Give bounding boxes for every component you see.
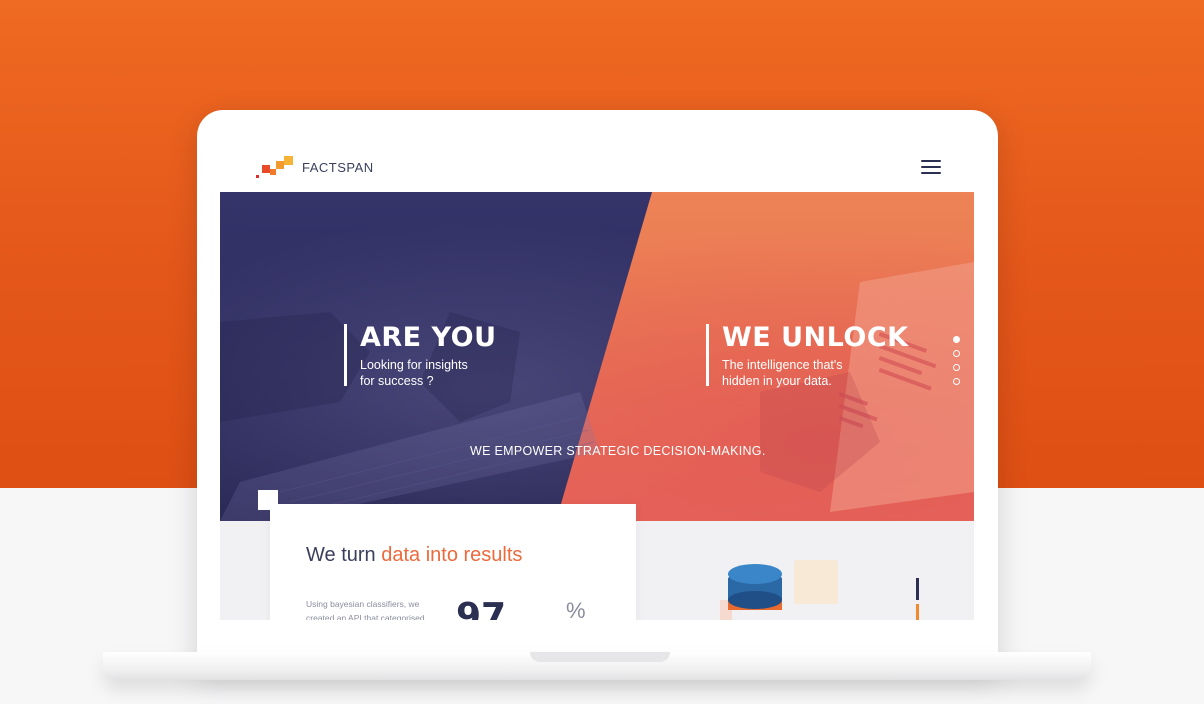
results-stat-value: 97: [456, 596, 507, 620]
illus-bar-dark: [916, 578, 919, 600]
left-headline-bar: [344, 324, 347, 386]
results-card: We turn data into results Using bayesian…: [270, 504, 636, 620]
right-subheadline: The intelligence that's hidden in your d…: [722, 358, 843, 388]
results-title: We turn data into results: [306, 544, 522, 567]
brand-name[interactable]: FACTSPAN: [302, 160, 374, 175]
illus-bar-orange: [916, 604, 919, 620]
laptop-screen: FACTSPAN ARE YOU Looking for insights fo…: [220, 140, 974, 620]
right-headline-bar: [706, 324, 709, 386]
right-headline: WE UNLOCK: [722, 322, 909, 353]
top-navbar: FACTSPAN: [220, 140, 974, 192]
slider-dots: [953, 336, 961, 392]
factspan-logo-icon[interactable]: [256, 156, 296, 180]
left-headline: ARE YOU: [360, 322, 497, 353]
results-description: Using bayesian classifiers, we created a…: [306, 599, 425, 620]
hamburger-icon[interactable]: [921, 160, 941, 174]
database-icon: [728, 564, 782, 610]
slider-dot-1[interactable]: [953, 336, 960, 343]
results-title-prefix: We turn: [306, 544, 382, 566]
hero-banner: ARE YOU Looking for insights for success…: [220, 192, 974, 521]
slider-dot-2[interactable]: [953, 350, 960, 357]
laptop-notch: [530, 652, 670, 662]
hero-tagline: WE EMPOWER STRATEGIC DECISION-MAKING.: [470, 444, 766, 458]
results-title-accent: data into results: [381, 544, 523, 566]
results-stat-unit: %: [566, 598, 586, 620]
data-illustration: [720, 560, 919, 620]
slider-dot-4[interactable]: [953, 378, 960, 385]
left-subheadline: Looking for insights for success ?: [360, 358, 468, 388]
illus-card: [794, 560, 838, 604]
slider-dot-3[interactable]: [953, 364, 960, 371]
